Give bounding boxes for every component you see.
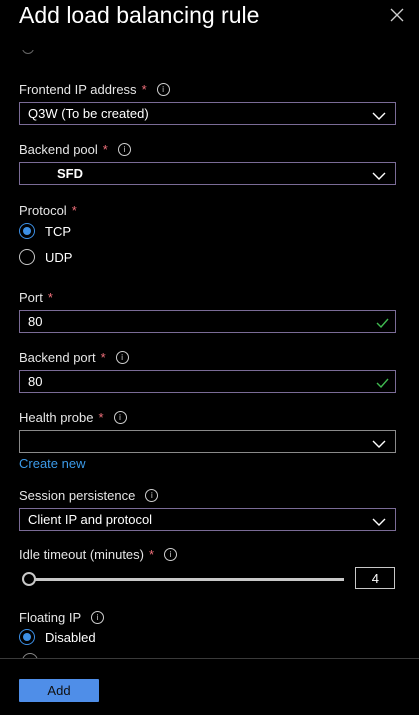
info-icon[interactable]: i (164, 548, 178, 561)
backend-port-label: Backend port * i (19, 350, 129, 365)
idle-timeout-label: Idle timeout (minutes) * i (19, 547, 178, 562)
chevron-down-icon (372, 437, 386, 452)
radio-selected-icon (19, 629, 35, 645)
required-marker: * (100, 350, 106, 365)
panel-title: Add load balancing rule (19, 2, 260, 28)
port-input[interactable]: 80 (19, 310, 396, 333)
frontend-ip-value: Q3W (To be created) (28, 106, 149, 121)
protocol-label: Protocol * (19, 203, 77, 218)
backend-pool-label: Backend pool * i (19, 142, 131, 157)
info-icon[interactable]: i (156, 83, 170, 96)
required-marker: * (149, 547, 155, 562)
add-button[interactable]: Add (19, 679, 99, 702)
frontend-ip-label: Frontend IP address * i (19, 82, 170, 97)
info-icon[interactable]: i (115, 351, 129, 364)
backend-port-value: 80 (28, 374, 43, 389)
required-marker: * (102, 142, 108, 157)
protocol-udp-radio[interactable]: UDP (19, 249, 72, 265)
radio-selected-icon (19, 223, 35, 239)
protocol-tcp-radio[interactable]: TCP (19, 223, 71, 239)
health-probe-select[interactable] (19, 430, 396, 453)
protocol-tcp-label: TCP (45, 223, 71, 239)
idle-timeout-slider-track[interactable] (30, 578, 344, 581)
required-marker: * (71, 203, 77, 218)
chevron-down-icon (372, 515, 386, 530)
session-persistence-select[interactable]: Client IP and protocol (19, 508, 396, 531)
idle-timeout-input[interactable]: 4 (355, 567, 395, 589)
checkmark-icon (376, 316, 389, 331)
checkmark-icon (376, 376, 389, 391)
close-icon[interactable] (388, 6, 406, 24)
info-icon[interactable]: i (117, 143, 131, 156)
backend-port-input[interactable]: 80 (19, 370, 396, 393)
idle-timeout-slider-thumb[interactable] (22, 572, 36, 586)
session-persistence-value: Client IP and protocol (28, 512, 153, 527)
required-marker: * (141, 82, 147, 97)
chevron-down-icon (372, 109, 386, 124)
info-icon[interactable]: i (91, 611, 105, 624)
required-marker: * (98, 410, 104, 425)
radio-unselected-icon (19, 249, 35, 265)
required-marker: * (47, 290, 53, 305)
chevron-down-icon (372, 169, 386, 184)
create-new-probe-link[interactable]: Create new (19, 456, 85, 471)
health-probe-label: Health probe * i (19, 410, 127, 425)
idle-timeout-value: 4 (371, 571, 379, 586)
backend-pool-value: SFD (57, 166, 83, 181)
protocol-udp-label: UDP (45, 249, 73, 265)
info-icon[interactable]: i (145, 489, 159, 502)
floating-ip-disabled-label: Disabled (45, 629, 96, 645)
session-persistence-label: Session persistence i (19, 488, 159, 503)
frontend-ip-select[interactable]: Q3W (To be created) (19, 102, 396, 125)
floating-ip-disabled-radio[interactable]: Disabled (19, 629, 96, 645)
info-icon[interactable]: i (113, 411, 127, 424)
floating-ip-label: Floating IP i (19, 610, 105, 625)
port-label: Port * (19, 290, 53, 305)
port-value: 80 (28, 314, 43, 329)
scrolled-radio-fragment (22, 50, 34, 54)
backend-pool-select[interactable]: SFD (19, 162, 396, 185)
